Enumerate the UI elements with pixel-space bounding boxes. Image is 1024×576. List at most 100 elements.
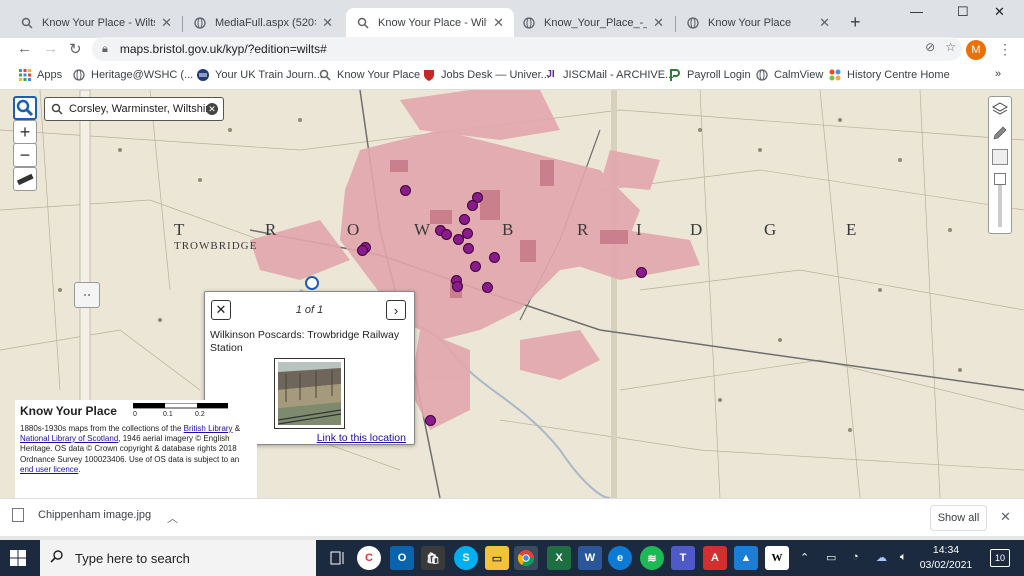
close-icon[interactable]: ✕ <box>653 15 664 31</box>
map-marker[interactable] <box>452 281 463 292</box>
w-app-icon[interactable]: W <box>765 546 789 570</box>
zoom-in-button[interactable]: + <box>13 120 37 144</box>
opacity-slider-thumb[interactable] <box>994 173 1006 185</box>
bookmark-heritage[interactable]: Heritage@WSHC (... <box>72 68 193 81</box>
grip-icon <box>84 294 90 296</box>
search-toggle-button[interactable] <box>13 96 37 120</box>
map-marker[interactable] <box>489 252 500 263</box>
address-bar[interactable]: 🔒︎ maps.bristol.gov.uk/kyp/?edition=wilt… <box>92 37 962 61</box>
new-tab-button[interactable]: + <box>850 12 861 33</box>
notifications-button[interactable]: 10 <box>990 549 1010 567</box>
chrome-icon[interactable] <box>514 546 538 570</box>
map-marker[interactable] <box>441 229 452 240</box>
skype-icon[interactable]: S <box>454 546 478 570</box>
file-explorer-icon[interactable]: ▭ <box>485 546 509 570</box>
back-arrow-icon[interactable]: ← <box>17 40 32 57</box>
link-to-location[interactable]: Link to this location <box>317 432 406 444</box>
reload-icon[interactable]: ↻ <box>69 40 82 58</box>
map-marker[interactable] <box>467 200 478 211</box>
bookmark-calmview[interactable]: CalmView <box>755 68 823 81</box>
close-icon[interactable]: ✕ <box>322 15 333 31</box>
edge-icon[interactable]: e <box>608 546 632 570</box>
close-icon[interactable]: ✕ <box>819 15 830 31</box>
show-all-button[interactable]: Show all <box>930 505 987 531</box>
menu-kebab-icon[interactable]: ⋮ <box>998 41 1012 58</box>
map-marker[interactable] <box>482 282 493 293</box>
british-library-link[interactable]: British Library <box>184 424 233 433</box>
layers-icon[interactable] <box>991 101 1009 117</box>
map-marker[interactable] <box>400 185 411 196</box>
bookmark-history-centre[interactable]: History Centre Home <box>828 68 950 81</box>
acrobat-icon[interactable]: A <box>703 546 727 570</box>
tab-know-your-place-1[interactable]: Know Your Place - Wiltshire ✕ <box>10 8 182 38</box>
map-canvas[interactable]: T R O W B R I D G E TROWBRIDGE + − Corsl… <box>0 90 1024 498</box>
mail-icon: JI <box>546 69 555 80</box>
clear-search-icon[interactable]: ✕ <box>206 103 218 115</box>
wifi-icon[interactable]: ◔ <box>852 551 859 563</box>
zoom-out-button[interactable]: − <box>13 143 37 167</box>
map-marker[interactable] <box>425 415 436 426</box>
browser-toolbar: ← → ↻ 🔒︎ maps.bristol.gov.uk/kyp/?editio… <box>0 37 1024 62</box>
onedrive-icon[interactable]: ☁ <box>876 551 887 564</box>
map-marker[interactable] <box>459 214 470 225</box>
bookmarks-bar: Apps Heritage@WSHC (... Your UK Train Jo… <box>0 62 1024 90</box>
payroll-icon <box>668 68 681 81</box>
postcard-thumbnail[interactable] <box>274 358 345 429</box>
tab-user-guide[interactable]: Know_Your_Place_-_User_G ✕ <box>512 8 674 38</box>
map-marker[interactable] <box>470 261 481 272</box>
bookmark-apps[interactable]: Apps <box>18 68 62 81</box>
taskbar-search-input[interactable]: Type here to search <box>40 540 316 576</box>
bookmark-know-your-place[interactable]: Know Your Place <box>318 68 420 81</box>
bookmark-jiscmail[interactable]: JI JISCMail - ARCHIVE... <box>544 68 674 81</box>
tab-know-your-place-2[interactable]: Know Your Place ✕ <box>676 8 840 38</box>
close-icon[interactable]: ✕ <box>493 15 504 31</box>
store-icon[interactable]: 🛍︎ <box>421 546 445 570</box>
forward-arrow-icon[interactable]: → <box>43 40 58 57</box>
spotify-icon[interactable]: ≋ <box>640 546 664 570</box>
tab-mediafull[interactable]: MediaFull.aspx (520×337) ✕ <box>183 8 343 38</box>
close-icon[interactable]: ✕ <box>161 15 172 31</box>
taskbar-clock[interactable]: 14:34 03/02/2021 <box>918 543 974 573</box>
measure-button[interactable] <box>13 167 37 191</box>
bookmark-train[interactable]: Your UK Train Journ... <box>196 68 323 81</box>
chevron-up-icon[interactable]: ︿ <box>167 510 178 526</box>
national-library-link[interactable]: National Library of Scotland <box>20 434 118 443</box>
excel-icon[interactable]: X <box>547 546 571 570</box>
teams-icon[interactable]: T <box>671 546 695 570</box>
minimize-icon[interactable]: — <box>910 4 923 19</box>
popup-next-button[interactable]: › <box>386 300 406 320</box>
map-marker[interactable] <box>462 228 473 239</box>
volume-icon[interactable]: 🔈︎ <box>900 551 907 564</box>
location-pin-icon[interactable] <box>305 276 319 290</box>
tab-know-your-place-active[interactable]: Know Your Place - Wiltshire ✕ <box>346 8 514 38</box>
map-marker[interactable] <box>357 245 368 256</box>
pencil-icon[interactable] <box>992 125 1008 141</box>
map-marker[interactable] <box>636 267 647 278</box>
search-value: Corsley, Warminster, Wiltshire <box>69 103 216 115</box>
word-icon[interactable]: W <box>578 546 602 570</box>
close-window-icon[interactable]: ✕ <box>994 4 1005 20</box>
end-user-licence-link[interactable]: end user licence <box>20 465 78 474</box>
bookmark-payroll[interactable]: Payroll Login <box>668 68 751 81</box>
map-lettering: O <box>347 220 364 239</box>
task-view-icon[interactable] <box>326 546 350 570</box>
windows-start-icon[interactable] <box>10 550 26 566</box>
photos-icon[interactable]: ▲ <box>734 546 758 570</box>
map-lettering: R <box>265 220 281 239</box>
basemap-toggle-icon[interactable] <box>992 149 1008 165</box>
blocked-popup-icon[interactable]: ⊘ <box>925 40 935 54</box>
layer-slider-handle[interactable] <box>74 282 100 308</box>
bookmarks-overflow-icon[interactable]: » <box>995 68 1001 80</box>
close-icon[interactable]: ✕ <box>1000 509 1011 525</box>
map-marker[interactable] <box>463 243 474 254</box>
bookmark-jobs-desk[interactable]: Jobs Desk — Univer... <box>422 68 550 81</box>
outlook-icon[interactable]: O <box>390 546 414 570</box>
maximize-icon[interactable]: ☐ <box>957 4 969 20</box>
battery-icon[interactable]: ▭ <box>826 551 836 564</box>
profile-avatar[interactable]: M <box>966 40 986 60</box>
tray-chevron-icon[interactable]: ⌃ <box>800 551 809 564</box>
download-item[interactable]: Chippenham image.jpg <box>12 508 151 522</box>
bookmark-star-icon[interactable]: ☆ <box>945 40 956 54</box>
place-search-input[interactable]: Corsley, Warminster, Wiltshire ✕ <box>44 97 224 121</box>
chrome-alt-icon[interactable]: C <box>357 546 381 570</box>
